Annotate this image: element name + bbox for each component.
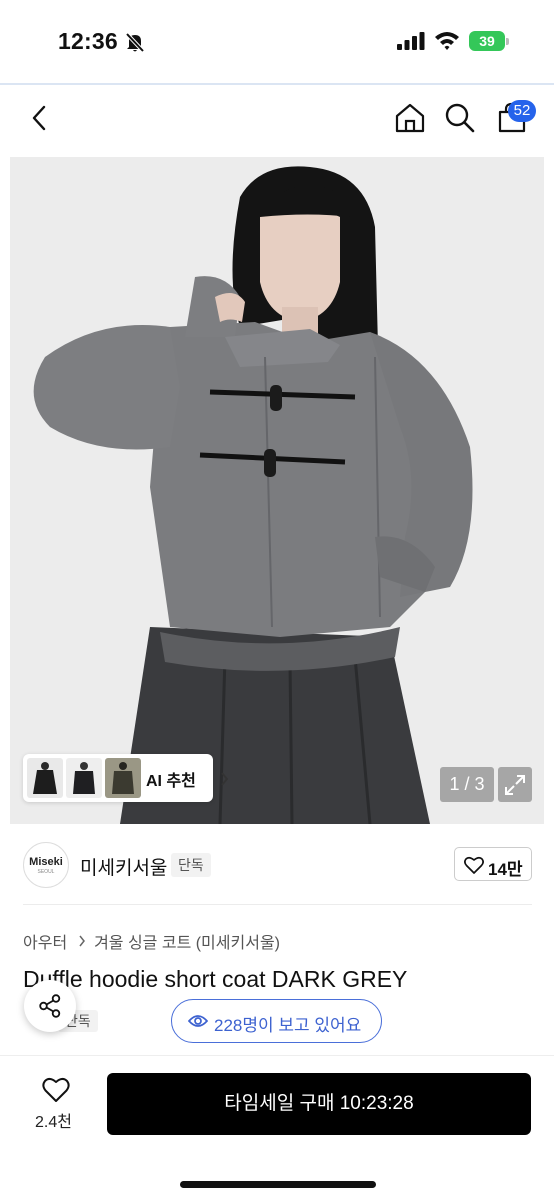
back-button[interactable] [22,100,58,136]
breadcrumb: 아우터 겨울 싱글 코트 (미세키서울) [23,929,280,953]
chevron-right-icon [79,935,85,947]
battery-level: 39 [479,33,495,49]
seller-logo-text: Miseki [29,856,63,868]
product-title: Duffle hoodie short coat DARK GREY [23,966,408,992]
nav-bar [0,86,554,156]
ai-thumbnail-2 [66,758,102,798]
wishlist-count: 2.4천 [35,1114,72,1131]
seller-like-count: 14만 [488,860,523,879]
ai-recommend-label: AI 추천 [146,773,196,790]
home-button[interactable] [392,100,428,136]
thumbnail-image [105,758,141,798]
breadcrumb-subcategory[interactable]: 겨울 싱글 코트 (미세키서울) [94,935,280,952]
wifi-icon [435,32,459,50]
chevron-left-icon [32,105,46,131]
share-button[interactable] [24,980,76,1032]
signal-icon [397,32,425,50]
ai-thumbnail-1 [27,758,63,798]
seller-like-button[interactable]: 14만 [454,847,532,881]
bell-off-icon [125,32,145,53]
heart-icon [464,856,484,874]
live-viewers-pill: 228명이 보고 있어요 [171,999,382,1043]
cart-count-badge: 52 [508,100,536,122]
viewers-text: 228명이 보고 있어요 [214,1016,362,1035]
top-divider [0,83,554,85]
search-icon [445,103,475,133]
home-icon [395,103,425,133]
battery-cap [506,38,509,45]
status-time: 12:36 [58,28,118,54]
share-icon [39,994,61,1018]
ai-thumbnail-3 [105,758,141,798]
battery-indicator: 39 [469,31,509,51]
expand-icon [505,774,525,795]
search-button[interactable] [442,100,478,136]
chevron-right-icon [221,772,229,786]
eye-icon [188,1015,208,1027]
heart-icon[interactable] [42,1077,70,1103]
section-divider [23,904,532,905]
home-indicator [180,1181,376,1188]
seller-name[interactable]: 미세키서울 [80,853,167,880]
seller-logo[interactable]: Miseki SEOUL [23,842,69,888]
product-photo [10,157,544,824]
breadcrumb-category[interactable]: 아우터 [23,935,67,952]
product-image[interactable] [10,157,544,824]
seller-exclusive-tag: 단독 [171,853,211,877]
status-bar: 12:36 39 [0,0,554,84]
seller-logo-subtext: SEOUL [37,869,55,875]
thumbnail-image [66,758,102,798]
thumbnail-image [27,758,63,798]
ai-recommendation-card[interactable]: AI 추천 [23,754,229,802]
expand-image-button[interactable] [498,767,532,802]
image-page-counter: 1 / 3 [440,767,494,802]
time-sale-buy-button[interactable]: 타임세일 구매 10:23:28 [107,1073,531,1135]
